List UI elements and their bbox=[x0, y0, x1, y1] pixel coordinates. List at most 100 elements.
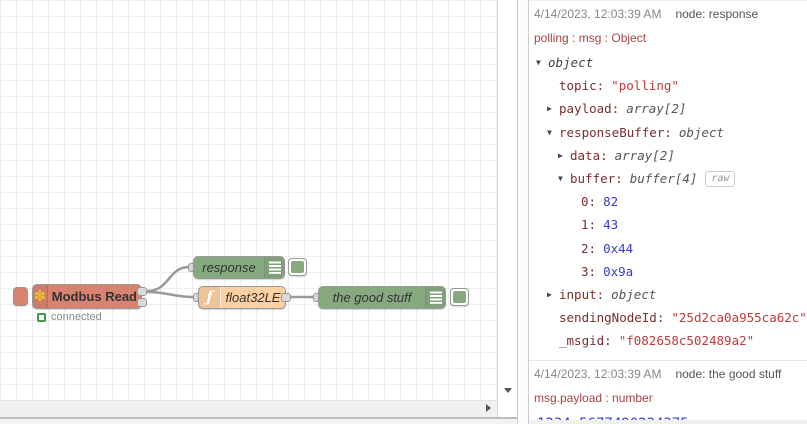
tree-key: responseBuffer bbox=[559, 124, 665, 140]
tree-colon: : bbox=[604, 333, 612, 349]
node-the-good-stuff[interactable]: the good stuff bbox=[318, 286, 446, 309]
wire-modbus-to-response[interactable] bbox=[145, 265, 191, 293]
sidebar-separator[interactable] bbox=[517, 0, 529, 424]
expand-arrow-icon[interactable]: ▶ bbox=[547, 104, 559, 113]
modbus-icon-box: ✽ bbox=[33, 285, 48, 308]
debug-message-goodstuff: 4/14/2023, 12:03:39 AM node: the good stu… bbox=[529, 361, 807, 424]
tree-colon: : bbox=[656, 310, 665, 326]
collapse-arrow-icon[interactable]: ▼ bbox=[547, 128, 559, 137]
modbus-status: connected bbox=[37, 311, 102, 323]
response-icon-box bbox=[264, 257, 284, 278]
modbus-node-button[interactable] bbox=[13, 287, 28, 306]
debug-tree-row: ▶sendingNodeId:"25d2ca0a955ca62c" bbox=[532, 306, 807, 329]
tree-key: topic bbox=[559, 78, 597, 94]
debug-source-node: node: the good stuff bbox=[675, 367, 782, 382]
modbus-output-port-2[interactable] bbox=[137, 298, 147, 307]
modbus-output-port-1[interactable] bbox=[137, 287, 147, 296]
scroll-right-arrow-icon[interactable] bbox=[486, 404, 495, 412]
modbus-flower-icon: ✽ bbox=[33, 288, 47, 305]
tree-key: buffer bbox=[570, 171, 616, 187]
debug-tree-row: ▼ object bbox=[532, 51, 805, 74]
function-output-port[interactable] bbox=[281, 293, 291, 302]
tree-value: object bbox=[611, 286, 657, 302]
debug-tree-row: ▶ payload: array[2] bbox=[532, 97, 805, 120]
debug-timestamp: 4/14/2023, 12:03:39 AM bbox=[534, 7, 662, 21]
tree-key: 2 bbox=[581, 240, 589, 256]
raw-button[interactable]: raw bbox=[705, 170, 736, 187]
debug-tree-row: ▶ data: array[2] bbox=[532, 144, 805, 167]
scroll-down-arrow-icon[interactable] bbox=[504, 388, 512, 397]
response-node-label: response bbox=[202, 260, 256, 275]
status-text: connected bbox=[51, 311, 102, 323]
debug-tree-row: ▶ input: object bbox=[532, 283, 805, 306]
response-toggle-button[interactable] bbox=[288, 258, 307, 276]
debug-timestamp: 4/14/2023, 12:03:39 AM bbox=[534, 367, 662, 382]
tree-colon: : bbox=[596, 286, 605, 302]
collapse-arrow-icon[interactable]: ▼ bbox=[558, 174, 570, 183]
wire-layer bbox=[145, 265, 320, 299]
debug-tree-row: ▶3:0x9a bbox=[532, 260, 805, 283]
tree-colon: : bbox=[588, 240, 597, 256]
tree-key: sendingNodeId bbox=[559, 310, 657, 326]
tree-value: "25d2ca0a955ca62c" bbox=[671, 310, 807, 326]
tree-value: "polling" bbox=[611, 78, 679, 94]
debug-tree-row: ▶_msgid:"f082658c502489a2" bbox=[532, 329, 805, 352]
goodstuff-toggle-button[interactable] bbox=[450, 288, 469, 306]
node-red-workspace: ✽ Modbus Read connected response ƒ float… bbox=[0, 0, 807, 424]
debug-tree-row: ▶0:82 bbox=[532, 190, 805, 213]
node-modbus-read[interactable]: ✽ Modbus Read bbox=[32, 284, 142, 309]
tree-colon: : bbox=[600, 147, 608, 163]
node-float32le[interactable]: ƒ float32LE bbox=[198, 286, 286, 309]
response-toggle-state bbox=[291, 261, 304, 273]
debug-tree-row: ▶2:0x44 bbox=[532, 237, 805, 260]
tree-value: "f082658c502489a2" bbox=[618, 333, 755, 349]
tree-value: 43 bbox=[603, 217, 619, 233]
debug-tree: ▼object▶topic:"polling"▶payload:array[2]… bbox=[532, 51, 807, 352]
canvas-horizontal-scrollbar[interactable] bbox=[0, 400, 497, 417]
tree-key: 3 bbox=[581, 263, 589, 279]
tree-colon: : bbox=[611, 101, 620, 117]
tree-key: 1 bbox=[581, 217, 589, 233]
debug-message-meta: 4/14/2023, 12:03:39 AM node: the good stu… bbox=[532, 367, 805, 382]
goodstuff-node-label: the good stuff bbox=[332, 290, 412, 305]
collapse-arrow-icon[interactable]: ▼ bbox=[536, 58, 548, 67]
canvas-vertical-scrollbar[interactable] bbox=[498, 0, 517, 400]
debug-tree-row: ▶topic:"polling" bbox=[532, 74, 805, 97]
debug-message-response: 4/14/2023, 12:03:39 AM node: response pol… bbox=[529, 0, 807, 362]
tree-colon: : bbox=[615, 171, 623, 187]
debug-tree-row: ▶1:43 bbox=[532, 213, 805, 236]
function-f-icon: ƒ bbox=[206, 288, 213, 306]
tree-colon: : bbox=[664, 124, 672, 140]
node-response[interactable]: response bbox=[193, 256, 285, 279]
debug-sidebar[interactable]: 4/14/2023, 12:03:39 AM node: response pol… bbox=[529, 0, 807, 424]
expand-arrow-icon[interactable]: ▶ bbox=[547, 290, 559, 299]
tree-value: 82 bbox=[603, 194, 619, 210]
tree-value: buffer[4] bbox=[629, 171, 698, 187]
debug-source-node: node: response bbox=[675, 7, 759, 21]
tree-value: object bbox=[678, 124, 725, 140]
tree-value: array[2] bbox=[626, 101, 687, 117]
tree-colon: : bbox=[588, 217, 597, 233]
debug-message-meta: 4/14/2023, 12:03:39 AM node: response bbox=[532, 7, 805, 22]
function-icon-box: ƒ bbox=[199, 287, 221, 308]
wire-modbus-to-function[interactable] bbox=[145, 290, 196, 299]
debug-list-icon bbox=[268, 261, 281, 274]
flow-canvas[interactable]: ✽ Modbus Read connected response ƒ float… bbox=[0, 0, 497, 400]
status-ring-icon bbox=[37, 312, 46, 322]
expand-arrow-icon[interactable]: ▶ bbox=[558, 151, 570, 160]
tree-value: object bbox=[548, 55, 594, 71]
debug-tree-row: ▼ responseBuffer: object bbox=[532, 121, 805, 144]
tree-key: 0 bbox=[581, 194, 589, 210]
tree-colon: : bbox=[588, 194, 597, 210]
tree-colon: : bbox=[588, 263, 597, 279]
tree-key: input bbox=[559, 286, 597, 302]
tree-value: 0x44 bbox=[603, 240, 634, 256]
debug-list-icon bbox=[429, 291, 442, 304]
function-node-label: float32LE bbox=[225, 290, 281, 305]
tree-value: array[2] bbox=[614, 147, 675, 163]
workspace-footer bbox=[0, 419, 517, 424]
tree-colon: : bbox=[596, 78, 605, 94]
debug-tree-row: ▼ buffer: buffer[4] raw bbox=[532, 167, 805, 190]
debug-msg-path: msg.payload : number bbox=[534, 391, 653, 406]
modbus-node-label: Modbus Read bbox=[51, 289, 137, 304]
